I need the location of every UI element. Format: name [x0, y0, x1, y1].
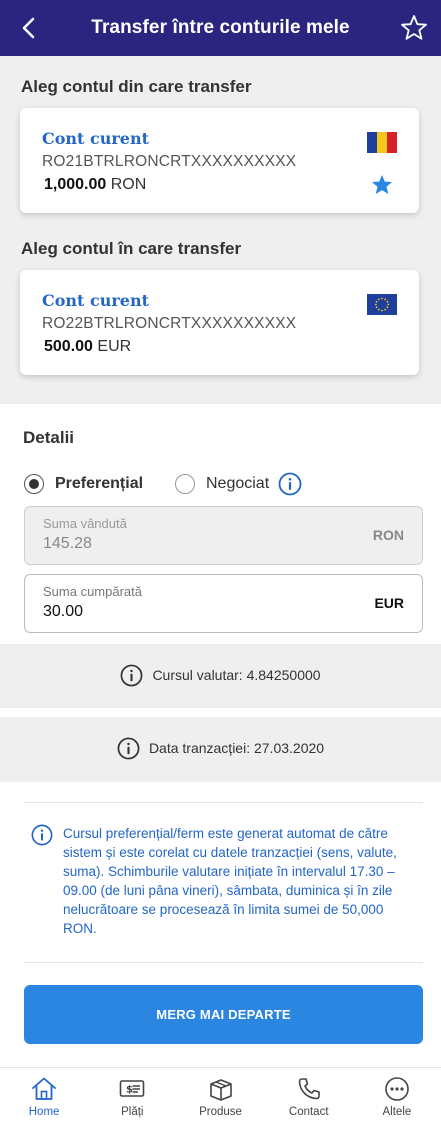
bought-amount-currency: EUR: [374, 595, 404, 611]
box-icon: [209, 1079, 232, 1101]
tab-products[interactable]: Produse: [176, 1068, 264, 1127]
radio-preferential-indicator[interactable]: [24, 474, 44, 494]
romania-flag-icon: [367, 132, 397, 153]
radio-preferential-label: Preferențial: [55, 475, 144, 492]
radio-preferential[interactable]: Preferențial: [24, 470, 143, 498]
tab-contact[interactable]: Contact: [265, 1068, 353, 1127]
radio-negociat[interactable]: Negociat: [175, 470, 269, 498]
from-account-name: Cont curent: [42, 129, 150, 148]
to-account-currency: EUR: [97, 338, 132, 355]
sold-amount-label: Suma vândută: [43, 516, 127, 531]
tab-contact-label: Contact: [288, 1106, 329, 1118]
to-account-card[interactable]: Cont curent RO22BTRLRONCRTXXXXXXXXXX 500…: [20, 270, 419, 375]
radio-negociat-label: Negociat: [206, 475, 270, 492]
from-account-balance: 1,000.00 RON: [44, 176, 146, 194]
to-account-balance: 500.00 EUR: [44, 338, 131, 356]
details-title: Detalii: [23, 428, 75, 447]
phone-icon: [298, 1078, 320, 1100]
app-header: Transfer între conturile mele: [0, 0, 441, 56]
exchange-rate-text: Cursul valutar: 4.84250000: [152, 667, 321, 683]
from-account-amount: 1,000.00: [44, 176, 107, 193]
eu-flag-icon: [367, 294, 397, 315]
page-title: Transfer între conturile mele: [91, 17, 350, 38]
bought-amount-field[interactable]: Suma cumpărată 30.00 EUR: [24, 574, 423, 633]
tab-more-label: Altele: [382, 1106, 412, 1118]
tab-payments-label: Plăți: [121, 1106, 144, 1118]
tab-products-label: Produse: [199, 1106, 242, 1118]
home-icon: [32, 1077, 56, 1100]
exchange-rate-row: Cursul valutar: 4.84250000: [0, 662, 441, 688]
from-account-iban: RO21BTRLRONCRTXXXXXXXXXX: [42, 153, 297, 170]
back-arrow-icon[interactable]: [16, 13, 44, 43]
sold-amount-field: Suma vândută 145.28 RON: [24, 506, 423, 565]
radio-negociat-indicator[interactable]: [175, 474, 195, 494]
disclaimer-text: Cursul preferențial/ferm este generat au…: [63, 826, 397, 936]
from-account-card[interactable]: Cont curent RO21BTRLRONCRTXXXXXXXXXX 1,0…: [20, 108, 419, 213]
tab-home-label: Home: [28, 1106, 60, 1118]
tab-more[interactable]: Altele: [353, 1068, 441, 1127]
to-account-name: Cont curent: [42, 291, 150, 310]
divider: [24, 802, 423, 803]
divider: [24, 962, 423, 963]
more-icon: [385, 1077, 409, 1101]
favorite-star-icon[interactable]: [399, 13, 429, 43]
info-icon: [117, 737, 140, 759]
sold-amount-currency: RON: [372, 527, 404, 543]
payments-icon: $: [119, 1080, 145, 1097]
info-icon: [121, 664, 143, 686]
to-account-iban: RO22BTRLRONCRTXXXXXXXXXX: [42, 315, 297, 332]
sold-amount-value: 145.28: [43, 535, 92, 552]
from-account-currency: RON: [110, 176, 147, 193]
separator: [0, 708, 441, 717]
to-section-title: Aleg contul în care transfer: [21, 239, 242, 258]
to-account-amount: 500.00: [44, 338, 93, 355]
tab-home[interactable]: Home: [0, 1068, 88, 1127]
info-icon: [31, 824, 53, 846]
from-section-title: Aleg contul din care transfer: [21, 77, 252, 96]
favorite-account-star-icon: [372, 175, 392, 194]
bought-amount-input[interactable]: 30.00: [43, 603, 83, 621]
transaction-date-text: Data tranzacției: 27.03.2020: [148, 740, 325, 756]
negociat-info-icon[interactable]: [278, 472, 302, 496]
tab-payments[interactable]: $ Plăți: [88, 1068, 176, 1127]
continue-button[interactable]: MERG MAI DEPARTE: [24, 985, 423, 1044]
bought-amount-label: Suma cumpărată: [43, 584, 142, 599]
bottom-tab-bar: Home $ Plăți Produse Contact Altele: [0, 1067, 441, 1127]
svg-text:$: $: [126, 1085, 133, 1096]
transaction-date-row: Data tranzacției: 27.03.2020: [0, 735, 441, 761]
